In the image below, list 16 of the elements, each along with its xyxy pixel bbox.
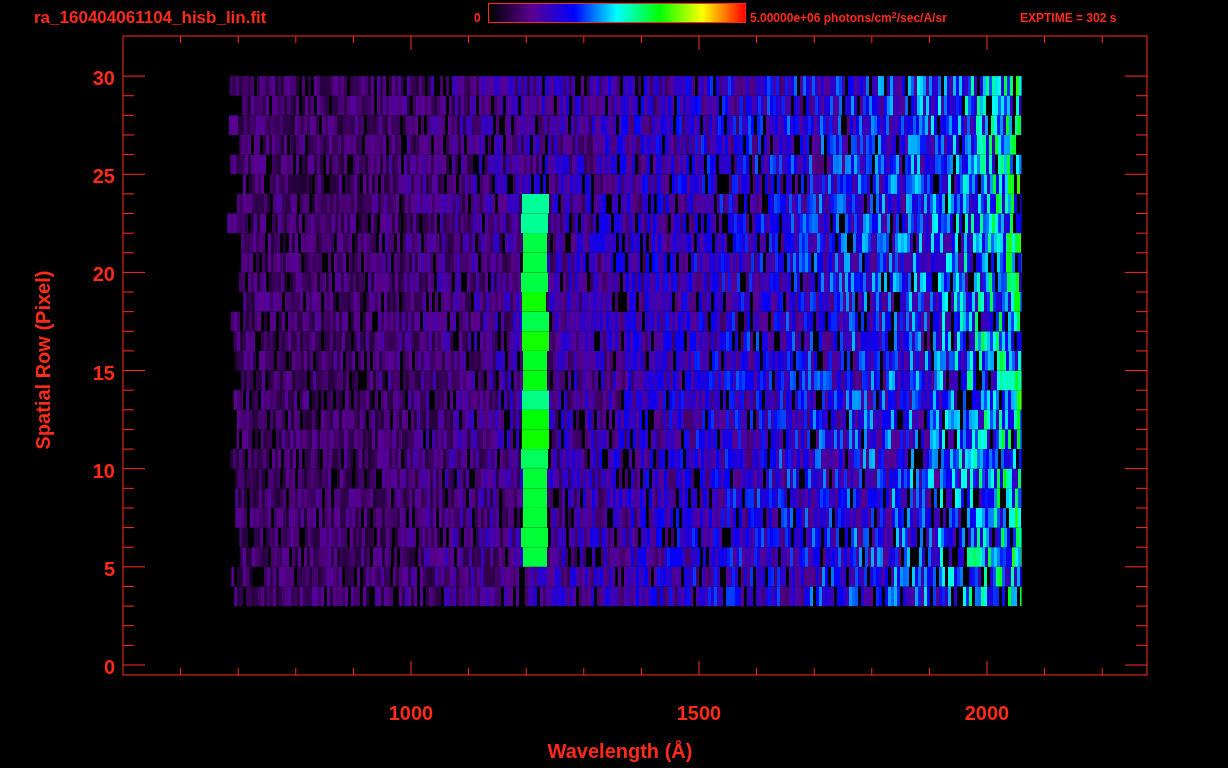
y-tick-label: 0 — [102, 655, 115, 680]
y-axis-label: Spatial Row (Pixel) — [31, 269, 55, 452]
y-tick-label: 15 — [91, 360, 115, 386]
x-axis-label: Wavelength (Å) — [546, 739, 694, 764]
y-tick-label: 30 — [91, 66, 115, 92]
y-tick-label: 5 — [102, 556, 115, 582]
y-tick-label: 25 — [91, 164, 115, 190]
exposure-time-label: EXPTIME = 302 s — [1020, 10, 1117, 27]
x-tick-label: 2000 — [963, 701, 1011, 726]
colorbar-min-label: 0 — [474, 10, 482, 27]
x-tick-label: 1000 — [387, 701, 435, 726]
plot-title: ra_160404061104_hisb_lin.fit — [34, 7, 268, 30]
x-tick-label: 1500 — [675, 701, 723, 726]
y-tick-label: 10 — [91, 458, 115, 484]
colorbar-max-label: 5.00000e+06 photons/cm$^{2}$/sec/A/sr — [750, 9, 948, 27]
y-tick-label: 20 — [91, 262, 115, 288]
